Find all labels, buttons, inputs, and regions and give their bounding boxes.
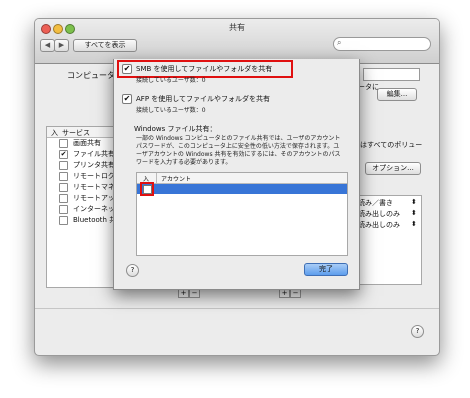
permission-stepper-icon[interactable]: ⬍ <box>411 209 417 217</box>
smb-connected-users: 接続しているユーザ数：0 <box>136 77 206 84</box>
table-row[interactable] <box>137 184 347 194</box>
forward-button[interactable]: ▶ <box>54 39 69 52</box>
service-item-label[interactable]: ファイル共有 <box>73 149 115 159</box>
service-column-header: サービス <box>62 129 90 137</box>
back-button[interactable]: ◀ <box>40 39 55 52</box>
smb-options-sheet: ✔ SMB を使用してファイルやフォルダを共有 接続しているユーザ数：0 ✔ A… <box>113 59 360 290</box>
permission-stepper-icon[interactable]: ⬍ <box>411 198 417 206</box>
windows-sharing-description: 一部の Windows コンピュータとのファイル共有では、ユーザのアカウントパス… <box>136 135 341 166</box>
accounts-table-header: 入 アカウント <box>137 173 347 184</box>
service-checkbox[interactable] <box>59 172 68 181</box>
sheet-help-button[interactable]: ? <box>126 264 139 277</box>
help-button[interactable]: ? <box>411 325 424 338</box>
column-divider <box>156 173 157 183</box>
done-button[interactable]: 完了 <box>304 263 348 276</box>
service-item-label[interactable]: 画面共有 <box>73 138 101 148</box>
accounts-table: 入 アカウント <box>136 172 348 256</box>
show-all-button[interactable]: すべてを表示 <box>73 39 137 52</box>
permission-3[interactable]: 読み出しのみ <box>358 220 400 230</box>
edit-button[interactable]: 編集... <box>377 88 417 101</box>
service-checkbox[interactable] <box>59 183 68 192</box>
permission-stepper-icon[interactable]: ⬍ <box>411 220 417 228</box>
service-item-label[interactable]: プリンタ共有 <box>73 160 115 170</box>
afp-label: AFP を使用してファイルやフォルダを共有 <box>136 95 271 103</box>
search-input[interactable]: ⌕ <box>333 37 431 51</box>
permission-2[interactable]: 読み出しのみ <box>358 209 400 219</box>
service-checkbox[interactable] <box>59 194 68 203</box>
permission-1[interactable]: 読み／書き <box>358 198 393 208</box>
account-column-header: アカウント <box>161 176 192 183</box>
windows-sharing-heading: Windows ファイル共有： <box>134 125 217 133</box>
permissions-description: はすべてのポリュー <box>360 141 423 149</box>
service-checkbox[interactable] <box>59 161 68 170</box>
service-checkbox[interactable]: ✔ <box>59 150 68 159</box>
smb-checkbox[interactable]: ✔ <box>122 64 132 74</box>
on-column-header: 入 <box>51 129 58 137</box>
computer-name-field[interactable] <box>363 68 420 81</box>
service-checkbox[interactable] <box>59 205 68 214</box>
service-checkbox[interactable] <box>59 216 68 225</box>
divider <box>35 308 439 309</box>
options-button[interactable]: オプション... <box>365 162 421 175</box>
afp-checkbox[interactable]: ✔ <box>122 94 132 104</box>
search-icon: ⌕ <box>337 38 342 47</box>
smb-label: SMB を使用してファイルやフォルダを共有 <box>136 65 273 73</box>
afp-connected-users: 接続しているユーザ数：0 <box>136 107 206 114</box>
service-checkbox[interactable] <box>59 139 68 148</box>
checkbox-highlight-outline <box>140 182 154 196</box>
computer-name-hint: ータに <box>358 83 379 91</box>
title-bar: 共有 ◀ ▶ すべてを表示 ⌕ <box>35 19 439 64</box>
window-title: 共有 <box>229 23 245 32</box>
